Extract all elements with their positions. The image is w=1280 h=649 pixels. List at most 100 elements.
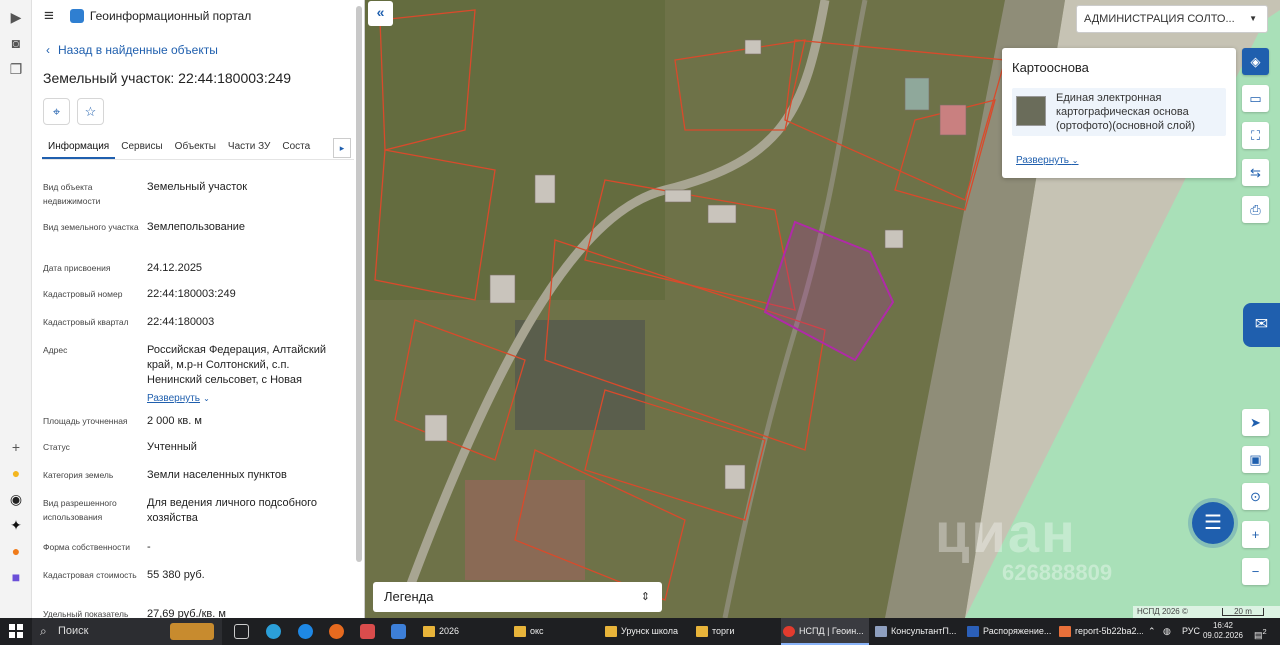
camera-icon[interactable]: ◙	[7, 34, 25, 52]
property-key: Вид земельного участка	[43, 222, 139, 232]
locate-on-map-button[interactable]: ⌖	[43, 98, 70, 125]
property-key: Статус	[43, 442, 70, 452]
circle-app-icon[interactable]: ◉	[7, 490, 25, 508]
back-link-label: Назад в найденные объекты	[58, 43, 218, 57]
property-key: Удельный показатель	[43, 609, 129, 618]
firefox-icon[interactable]: ●	[7, 542, 25, 560]
property-key: Вид объекта недвижимости	[43, 182, 101, 206]
windows-start-icon[interactable]	[9, 624, 23, 638]
copy-icon[interactable]: ❐	[7, 60, 25, 78]
property-value: 2 000 кв. м	[147, 415, 202, 427]
tabs-scroll-right-button[interactable]: ▸	[333, 138, 351, 158]
property-value: 55 380 руб.	[147, 569, 205, 581]
clock[interactable]: 16:42 09.02.2026	[1198, 621, 1248, 641]
play-icon[interactable]: ▶	[7, 8, 25, 26]
taskbar-app-document[interactable]: Распоряжение...	[965, 618, 1051, 645]
ruler-icon: ▭	[1249, 91, 1262, 106]
taskbar-app-folder[interactable]: 2026	[421, 618, 505, 645]
bolt-icon[interactable]: ●	[7, 464, 25, 482]
tray-chevron-icon[interactable]: ⌃	[1148, 618, 1156, 645]
edge-icon[interactable]	[266, 624, 281, 639]
minimap-icon: ▣	[1249, 452, 1262, 467]
taskbar-app-folder[interactable]: окс	[512, 618, 596, 645]
star-app-icon[interactable]: ✦	[7, 516, 25, 534]
property-key: Кадастровая стоимость	[43, 570, 137, 580]
print-button[interactable]: ⎙	[1242, 196, 1269, 223]
tab-services[interactable]: Сервисы	[115, 136, 168, 159]
notifications-icon[interactable]: ▤2	[1254, 618, 1267, 649]
taskbar-app-folder[interactable]: Урунск школа	[603, 618, 693, 645]
taskbar-app-folder[interactable]: торги	[694, 618, 774, 645]
taskbar-app-report[interactable]: report-5b22ba2...	[1057, 618, 1143, 645]
dark-field	[515, 320, 645, 430]
property-value: Земли населенных пунктов	[147, 469, 287, 481]
search-highlight-image	[170, 623, 214, 640]
app-rail: ▶ ◙ ❐ + ● ◉ ✦ ● ■	[0, 0, 32, 618]
admin-select[interactable]: АДМИНИСТРАЦИЯ СОЛТО... ▼	[1076, 5, 1268, 33]
search-label: Поиск	[58, 625, 89, 637]
taskbar-search[interactable]: ⌕ Поиск	[32, 618, 222, 645]
menu-icon[interactable]: ≡	[44, 6, 54, 26]
navigation-arrow-icon: ➤	[1250, 415, 1261, 430]
tab-parts[interactable]: Части ЗУ	[222, 136, 276, 159]
message-icon: ✉	[1254, 316, 1269, 333]
property-key: Адрес	[43, 345, 68, 355]
ie-icon[interactable]	[298, 624, 313, 639]
address-expand-link[interactable]: Развернуть ⌄	[147, 391, 347, 406]
vegetation-area	[365, 0, 665, 300]
basemap-option[interactable]: Единая электронная картографическая осно…	[1012, 88, 1226, 136]
firefox-taskbar-icon[interactable]	[329, 624, 344, 639]
ruler-button[interactable]: ▭	[1242, 85, 1269, 112]
tab-information[interactable]: Информация	[42, 136, 116, 159]
legend-toggle[interactable]: Легенда ⇕	[373, 582, 662, 612]
page-title: Земельный участок: 22:44:180003:249	[43, 70, 292, 86]
property-value: 22:44:180003	[147, 316, 215, 328]
tab-bar: Информация Сервисы Объекты Части ЗУ Сост…	[42, 136, 354, 160]
tab-objects[interactable]: Объекты	[169, 136, 222, 159]
property-value: Земельный участок	[147, 181, 248, 193]
zoom-out-button[interactable]: −	[1242, 558, 1269, 585]
add-icon[interactable]: +	[7, 438, 25, 456]
minimap-button[interactable]: ▣	[1242, 446, 1269, 473]
panel-scrollbar[interactable]	[356, 6, 362, 562]
network-icon[interactable]: ◍	[1163, 618, 1171, 645]
taskbar-app-browser[interactable]: НСПД | Геоин...	[781, 618, 869, 645]
watermark: циан	[935, 501, 1077, 564]
taskbar-app-consultant[interactable]: КонсультантП...	[873, 618, 961, 645]
app-header: ≡ Геоинформационный портал	[44, 6, 251, 26]
basemap-option-label: Единая электронная картографическая осно…	[1056, 92, 1195, 132]
zoom-in-button[interactable]: +	[1242, 521, 1269, 548]
tab-composition[interactable]: Соста	[276, 136, 316, 159]
geolocate-button[interactable]: ➤	[1242, 409, 1269, 436]
legend-label: Легенда	[384, 589, 434, 604]
address-text: Российская Федерация, Алтайский край, м.…	[147, 344, 327, 386]
pin-icon: ⊙	[1250, 489, 1261, 504]
purple-app-icon[interactable]: ■	[7, 568, 25, 586]
select-area-button[interactable]: ⛶	[1242, 122, 1269, 149]
minus-icon: −	[1251, 564, 1260, 579]
store-icon[interactable]	[360, 624, 375, 639]
property-key: Форма собственности	[43, 542, 130, 552]
task-view-icon[interactable]	[234, 624, 249, 639]
word-icon	[967, 626, 979, 637]
location-search-button[interactable]: ⊙	[1242, 483, 1269, 510]
mail-icon[interactable]	[391, 624, 406, 639]
collapse-panel-button[interactable]: «	[368, 1, 393, 26]
property-value: Для ведения личного подсобного хозяйства	[147, 497, 318, 524]
notification-count: 2	[1262, 627, 1267, 636]
pdf-icon	[1059, 626, 1071, 637]
back-link[interactable]: ‹ Назад в найденные объекты	[46, 43, 218, 57]
favorite-button[interactable]: ☆	[77, 98, 104, 125]
property-key: Вид разрешенного использования	[43, 498, 117, 522]
layers-icon: ◈	[1250, 54, 1261, 69]
chat-button[interactable]: ☰	[1192, 502, 1234, 544]
folder-icon	[423, 626, 435, 637]
nspd-widget-button[interactable]: ✉	[1243, 303, 1280, 347]
property-key: Кадастровый квартал	[43, 317, 129, 327]
plus-icon: +	[1251, 527, 1260, 542]
property-value: Землепользование	[147, 221, 246, 233]
windows-taskbar: ⌕ Поиск 2026 окс Урунск школа торги НСПД…	[0, 618, 1280, 645]
basemap-expand-link[interactable]: Развернуть ⌄	[1016, 155, 1079, 166]
share-button[interactable]: ⇆	[1242, 159, 1269, 186]
layers-button[interactable]: ◈	[1242, 48, 1269, 75]
